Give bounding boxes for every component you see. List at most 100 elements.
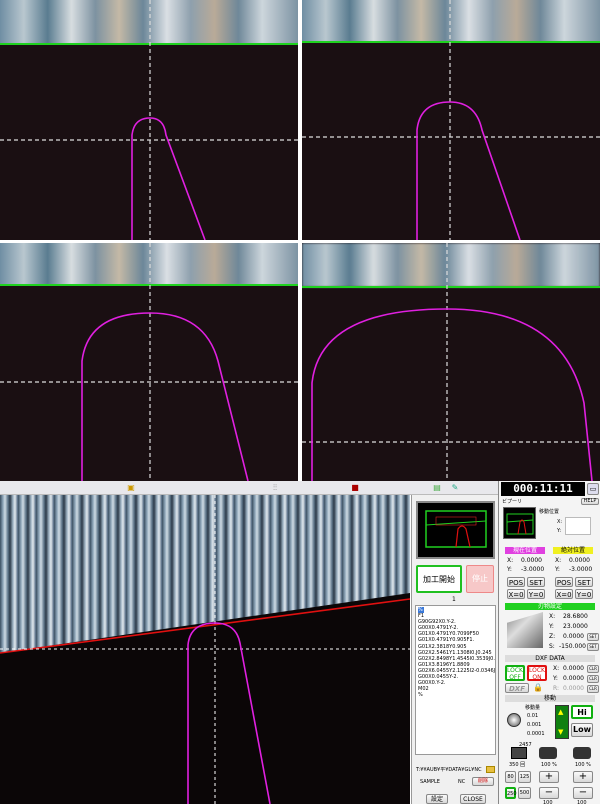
right-x0-button[interactable]: X=0 [555, 589, 573, 599]
feed-minus-button[interactable]: − [539, 787, 559, 799]
left-x0-button[interactable]: X=0 [507, 589, 525, 599]
tool-y-value: 23.0000 [563, 623, 588, 630]
speed-value-3: 100 % [575, 762, 591, 768]
tool-s-set-button[interactable]: SET [587, 643, 599, 651]
hi-button[interactable]: Hi [571, 705, 593, 719]
step-label: 移動量 [525, 705, 541, 711]
right-set-button[interactable]: SET [575, 577, 593, 587]
speed-80-button[interactable]: 80 [505, 771, 516, 783]
speed-value-2: 100 % [541, 762, 557, 768]
step-option-2[interactable]: 0.001 [527, 721, 541, 729]
manual-move-header: 移動 [505, 695, 595, 702]
clr-button-1[interactable]: CLR [587, 665, 599, 673]
camera-panel-4 [302, 243, 600, 481]
left-y0-button[interactable]: Y=0 [527, 589, 545, 599]
nc-label: NC [458, 779, 466, 785]
camera-panel-1 [0, 0, 298, 240]
file-path: T:¥¥AUB¥平¥DATA¥GL¥NC [416, 767, 482, 773]
speed-250-button[interactable]: 250 [505, 787, 517, 799]
profile-overlay-2 [302, 0, 600, 240]
coord-y-label: Y: [557, 528, 562, 534]
nc-line[interactable]: G02X2.8498Y1.4545I0.3539J0.02 [418, 656, 495, 662]
speed-toggle[interactable]: ▲ ▼ [555, 705, 569, 739]
close-button[interactable]: CLOSE [460, 794, 486, 804]
tool-s-label: S: [549, 643, 555, 650]
speed-125-button[interactable]: 125 [518, 771, 531, 783]
absolute-position-header: 絶対位置 [553, 547, 593, 554]
stop-button[interactable]: 停止 [466, 565, 494, 593]
help-button[interactable]: HELP [581, 498, 599, 505]
tool-y-label: Y: [549, 623, 554, 630]
tool-setting-header: 刃物設定 [505, 603, 595, 610]
nc-line[interactable]: % [418, 692, 493, 698]
feed-plus-button[interactable]: + [539, 771, 559, 783]
feed-icon [539, 747, 557, 759]
low-button[interactable]: Low [571, 723, 593, 737]
lock-icon: 🔒 [533, 683, 543, 692]
tool-z-label: Z: [549, 633, 556, 640]
folder-icon[interactable]: ▣ [126, 483, 136, 492]
dxf-x-value: 0.0000 [563, 665, 584, 672]
step-option-1[interactable]: 0.01 [527, 712, 538, 720]
folder-icon[interactable] [486, 766, 495, 773]
pos-label: 移動位置 [539, 509, 560, 515]
tool-z-value: 0.0000 [563, 633, 584, 640]
current-position-header: 現在位置 [505, 547, 545, 554]
nc-control-panel: 加工開始 停止 1 % F1 G90G92X0.Y-2. G00X0.4791Y-2.… [411, 495, 498, 804]
profile-overlay-3 [0, 243, 298, 481]
profile-overlay-4 [302, 243, 600, 481]
speed-500-button[interactable]: 500 [518, 787, 531, 799]
bottom-label-2: 100 [577, 800, 587, 806]
left-x-value: 0.0000 [521, 557, 542, 564]
brush-icon[interactable]: ✎ [450, 483, 460, 492]
rapid-plus-button[interactable]: + [573, 771, 593, 783]
dxf-button[interactable]: DXF [505, 683, 529, 693]
camera-panel-3 [0, 243, 298, 481]
nc-program-list[interactable]: % F1 G90G92X0.Y-2. G00X0.4791Y-2. G01X0.4791… [415, 605, 496, 755]
dxf-data-header: DXF DATA [505, 655, 595, 662]
spindle-icon [511, 747, 527, 759]
panel-title: ビプーリ [502, 499, 523, 505]
speed-value-1: 350 回 [509, 762, 526, 768]
sort-icon[interactable]: ⫶⫶ [270, 483, 280, 492]
clr-button-3[interactable]: CLR [587, 685, 599, 693]
right-x-label: X: [555, 557, 562, 564]
tool-s-value: -150.000 [559, 643, 586, 650]
tool-z-set-button[interactable]: SET [587, 633, 599, 641]
setting-button[interactable]: 設定 [426, 794, 448, 804]
dxf-y-value: 0.0000 [563, 675, 584, 682]
rapid-minus-button[interactable]: − [573, 787, 593, 799]
left-set-button[interactable]: SET [527, 577, 545, 587]
image-icon[interactable]: ▤ [432, 483, 442, 492]
rapid-icon [573, 747, 591, 759]
page-number: 1 [452, 596, 456, 603]
delete-button[interactable]: 削除 [472, 777, 494, 786]
step-dial-icon[interactable] [507, 713, 521, 727]
dxf-r-value: 0.0000 [563, 685, 584, 692]
nc-line[interactable]: G02X2.5461Y1.1308I0.J0.245 [418, 650, 493, 656]
position-graph [503, 507, 536, 539]
profile-overlay-1 [0, 0, 298, 240]
bottom-label-1: 100 [543, 800, 553, 806]
dxf-r-label: R: [553, 685, 560, 692]
clr-button-2[interactable]: CLR [587, 675, 599, 683]
sample-label: SAMPLE [420, 779, 440, 785]
left-y-label: Y: [507, 566, 512, 573]
lock-off-button[interactable]: LOCK OFF [505, 665, 525, 681]
right-pos-button[interactable]: POS [555, 577, 573, 587]
preview-graph [425, 510, 487, 548]
coord-box [565, 517, 591, 535]
right-control-panel: 000:11:11 ▭ ビプーリ HELP 移動位置 X: Y: 現在位置 絶対… [498, 481, 600, 806]
right-y-value: -3.0000 [569, 566, 593, 573]
start-machining-button[interactable]: 加工開始 [416, 565, 462, 593]
window-button[interactable]: ▭ [587, 483, 599, 495]
stack-icon[interactable]: ■ [350, 483, 360, 492]
right-y0-button[interactable]: Y=0 [575, 589, 593, 599]
timer-display: 000:11:11 [501, 482, 585, 496]
left-pos-button[interactable]: POS [507, 577, 525, 587]
step-option-3[interactable]: 0.0001 [527, 730, 545, 738]
dxf-y-label: Y: [553, 675, 558, 682]
lock-on-button[interactable]: LOCK ON [527, 665, 547, 681]
preview-window [416, 501, 495, 559]
left-y-value: -3.0000 [521, 566, 545, 573]
